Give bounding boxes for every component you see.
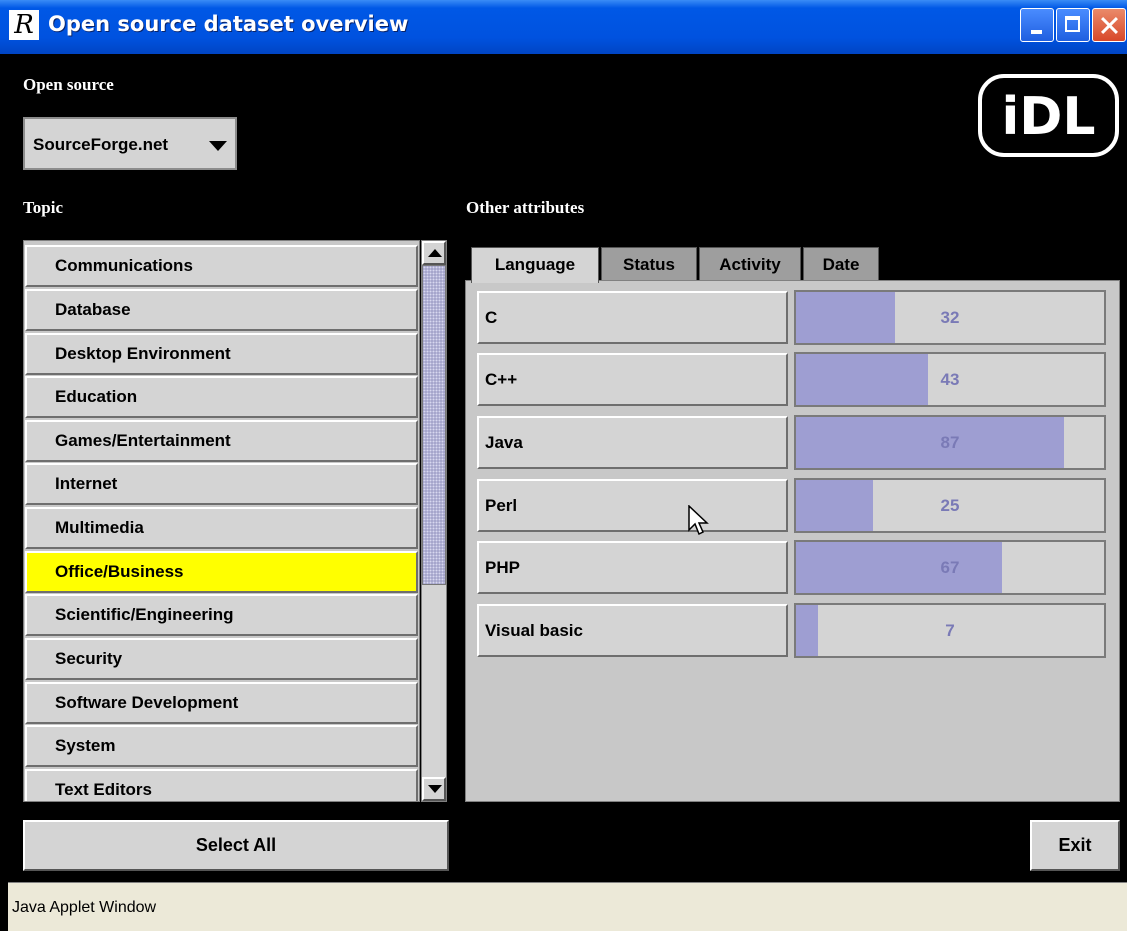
idl-logo: iDL	[978, 74, 1119, 157]
topic-item-text-editors[interactable]: Text Editors	[25, 769, 418, 801]
bar-value-cpp: 43	[940, 370, 960, 389]
open-source-dropdown[interactable]: SourceForge.net	[23, 117, 237, 170]
language-bar-perl[interactable]: 25	[794, 478, 1106, 533]
bar-value-c: 32	[940, 308, 960, 327]
language-label-cpp[interactable]: C++	[477, 353, 788, 406]
language-label-visual-basic[interactable]: Visual basic	[477, 604, 788, 657]
close-button[interactable]	[1092, 8, 1126, 42]
topic-item-database[interactable]: Database	[25, 289, 418, 331]
language-label-c[interactable]: C	[477, 291, 788, 344]
topic-item-games-entertainment[interactable]: Games/Entertainment	[25, 420, 418, 462]
mouse-cursor-icon	[688, 505, 709, 536]
minimize-icon	[1031, 30, 1042, 34]
topic-item-office-business[interactable]: Office/Business	[25, 551, 418, 593]
topic-label: Topic	[23, 198, 64, 217]
arrow-down-icon	[428, 785, 442, 793]
bar-value-java: 87	[940, 433, 960, 452]
tab-activity[interactable]: Activity	[699, 247, 801, 281]
maximize-button[interactable]	[1056, 8, 1090, 42]
language-bar-java[interactable]: 87	[794, 415, 1106, 470]
topic-item-system[interactable]: System	[25, 725, 418, 767]
window-title: Open source dataset overview	[48, 12, 409, 36]
scroll-thumb[interactable]	[422, 265, 446, 585]
topic-item-software-development[interactable]: Software Development	[25, 682, 418, 724]
topic-scrollbar[interactable]	[421, 240, 447, 802]
app-r-icon: R	[9, 10, 39, 40]
status-text: Java Applet Window	[12, 899, 157, 916]
topic-item-education[interactable]: Education	[25, 376, 418, 418]
other-attributes-label: Other attributes	[466, 198, 585, 217]
language-label-php[interactable]: PHP	[477, 541, 788, 594]
tab-date[interactable]: Date	[803, 247, 879, 281]
exit-button[interactable]: Exit	[1030, 820, 1120, 871]
bar-value-php: 67	[940, 558, 960, 577]
topic-item-scientific-engineering[interactable]: Scientific/Engineering	[25, 594, 418, 636]
topic-item-communications[interactable]: Communications	[25, 245, 418, 287]
bar-value-visual-basic: 7	[945, 621, 955, 640]
language-bar-cpp[interactable]: 43	[794, 352, 1106, 407]
title-bar[interactable]: R Open source dataset overview	[0, 0, 1127, 54]
language-bar-php[interactable]: 67	[794, 540, 1106, 595]
topic-item-desktop-environment[interactable]: Desktop Environment	[25, 333, 418, 375]
dropdown-arrow-icon	[209, 141, 227, 151]
tab-language[interactable]: Language	[471, 247, 599, 283]
scroll-down-button[interactable]	[422, 777, 446, 801]
open-source-selected: SourceForge.net	[33, 135, 169, 154]
language-label-perl[interactable]: Perl	[477, 479, 788, 532]
arrow-up-icon	[428, 249, 442, 257]
status-bar: Java Applet Window	[8, 882, 1127, 931]
language-bar-c[interactable]: 32	[794, 290, 1106, 345]
select-all-button[interactable]: Select All	[23, 820, 449, 871]
topic-item-internet[interactable]: Internet	[25, 463, 418, 505]
topic-item-security[interactable]: Security	[25, 638, 418, 680]
topic-list[interactable]: Communications Database Desktop Environm…	[23, 240, 420, 802]
tab-status[interactable]: Status	[601, 247, 697, 281]
language-bar-visual-basic[interactable]: 7	[794, 603, 1106, 658]
maximize-icon	[1065, 16, 1080, 32]
scroll-up-button[interactable]	[422, 241, 446, 265]
bar-value-perl: 25	[940, 496, 960, 515]
language-label-java[interactable]: Java	[477, 416, 788, 469]
logo-text: iDL	[1001, 87, 1096, 147]
minimize-button[interactable]	[1020, 8, 1054, 42]
topic-item-multimedia[interactable]: Multimedia	[25, 507, 418, 549]
open-source-label: Open source	[23, 75, 114, 94]
